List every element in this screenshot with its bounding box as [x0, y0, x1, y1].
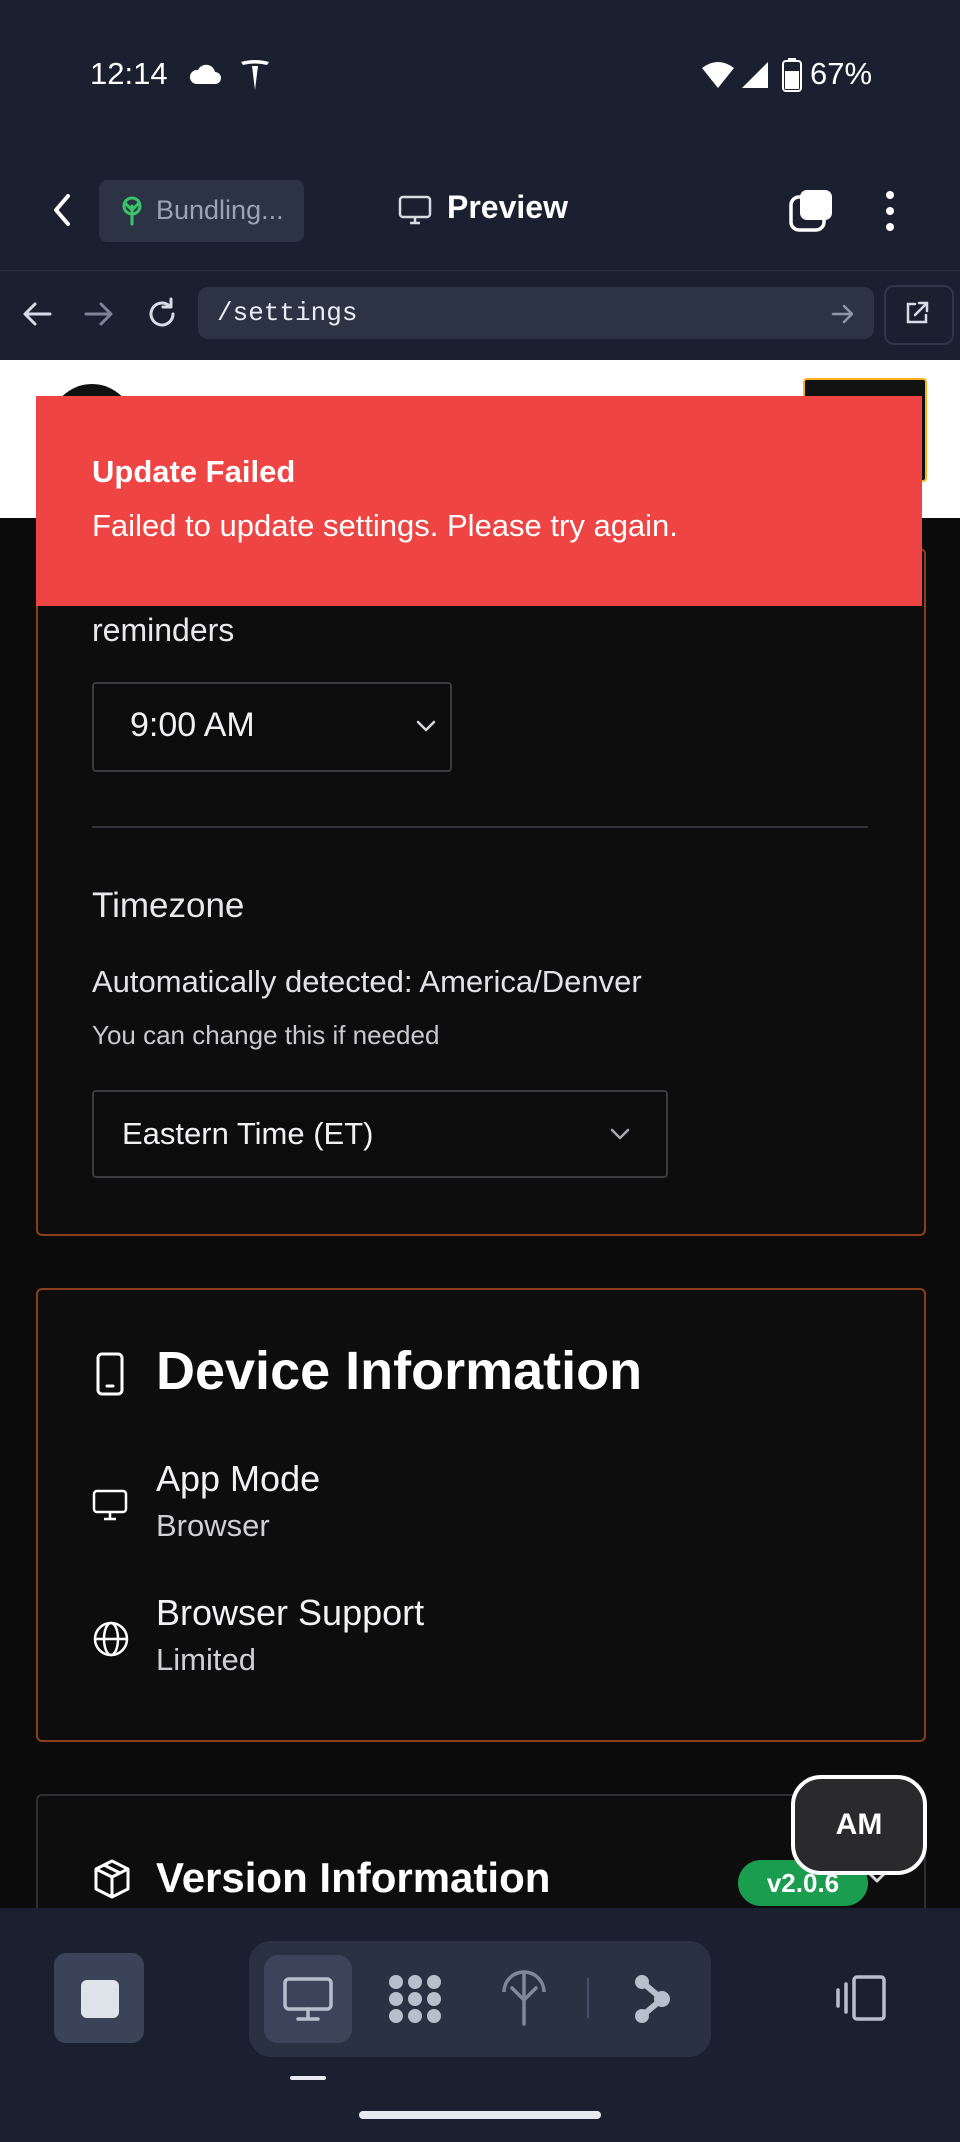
reminder-time-value: 9:00 AM — [130, 706, 255, 744]
toast-message: Failed to update settings. Please try ag… — [92, 508, 678, 543]
device-rotate-icon[interactable] — [832, 1974, 888, 2022]
am-floating-button[interactable]: AM — [791, 1775, 927, 1875]
app-mode-value: Browser — [156, 1508, 270, 1543]
timezone-hint: You can change this if needed — [92, 1020, 440, 1050]
battery-percent: 67% — [810, 56, 873, 91]
preferences-card: reminders 9:00 AM Timezone Automatically… — [36, 548, 926, 1236]
chevron-down-icon — [610, 1128, 630, 1140]
components-grid-icon[interactable] — [386, 1972, 444, 2026]
home-indicator[interactable] — [359, 2111, 601, 2119]
share-flow-icon[interactable] — [632, 1972, 672, 2026]
reload-icon[interactable] — [144, 296, 180, 332]
device-information-title: Device Information — [156, 1341, 643, 1401]
error-toast[interactable]: Update Failed Failed to update settings.… — [36, 396, 922, 606]
toolbar-divider — [587, 1978, 589, 2018]
reminder-time-select[interactable]: 9:00 AM — [92, 682, 452, 772]
stop-icon — [81, 1980, 119, 2018]
wifi-icon — [702, 62, 734, 88]
status-time: 12:14 — [90, 56, 168, 91]
timezone-select-value: Eastern Time (ET) — [122, 1116, 374, 1151]
more-options-icon[interactable] — [878, 188, 902, 234]
browser-support-value: Limited — [156, 1642, 256, 1677]
deploy-icon[interactable] — [500, 1970, 548, 2026]
version-information-title: Version Information — [156, 1854, 551, 1901]
deploy-tree-icon — [122, 196, 142, 226]
url-text: /settings — [217, 298, 358, 328]
signal-icon — [742, 62, 768, 88]
battery-icon — [782, 58, 802, 92]
tabs-icon[interactable] — [788, 188, 834, 234]
monitor-icon — [92, 1489, 128, 1521]
toast-title: Update Failed — [92, 454, 296, 489]
package-icon — [94, 1859, 130, 1899]
preview-title[interactable]: Preview — [447, 189, 568, 226]
monitor-icon — [398, 195, 432, 225]
active-tab-indicator — [290, 2076, 326, 2080]
tesla-icon — [241, 60, 269, 90]
globe-icon — [93, 1621, 129, 1657]
smartphone-icon — [96, 1352, 124, 1396]
timezone-select[interactable]: Eastern Time (ET) — [92, 1090, 668, 1178]
cloud-icon — [189, 64, 221, 84]
back-chevron-icon[interactable] — [48, 190, 78, 230]
reminders-label: reminders — [92, 612, 235, 648]
device-information-card: Device Information App Mode Browser Brow… — [36, 1288, 926, 1742]
bundling-label: Bundling... — [156, 195, 284, 225]
browser-support-label: Browser Support — [156, 1592, 425, 1633]
go-arrow-icon[interactable] — [830, 302, 856, 326]
section-divider — [92, 826, 868, 828]
browser-back-icon[interactable] — [20, 298, 54, 330]
app-mode-label: App Mode — [156, 1458, 321, 1499]
desktop-icon — [283, 1977, 333, 2021]
browser-forward-icon[interactable] — [82, 298, 116, 330]
chevron-down-icon — [416, 720, 436, 732]
timezone-detected: Automatically detected: America/Denver — [92, 964, 642, 999]
open-external-icon — [906, 301, 929, 324]
timezone-title: Timezone — [92, 886, 245, 925]
